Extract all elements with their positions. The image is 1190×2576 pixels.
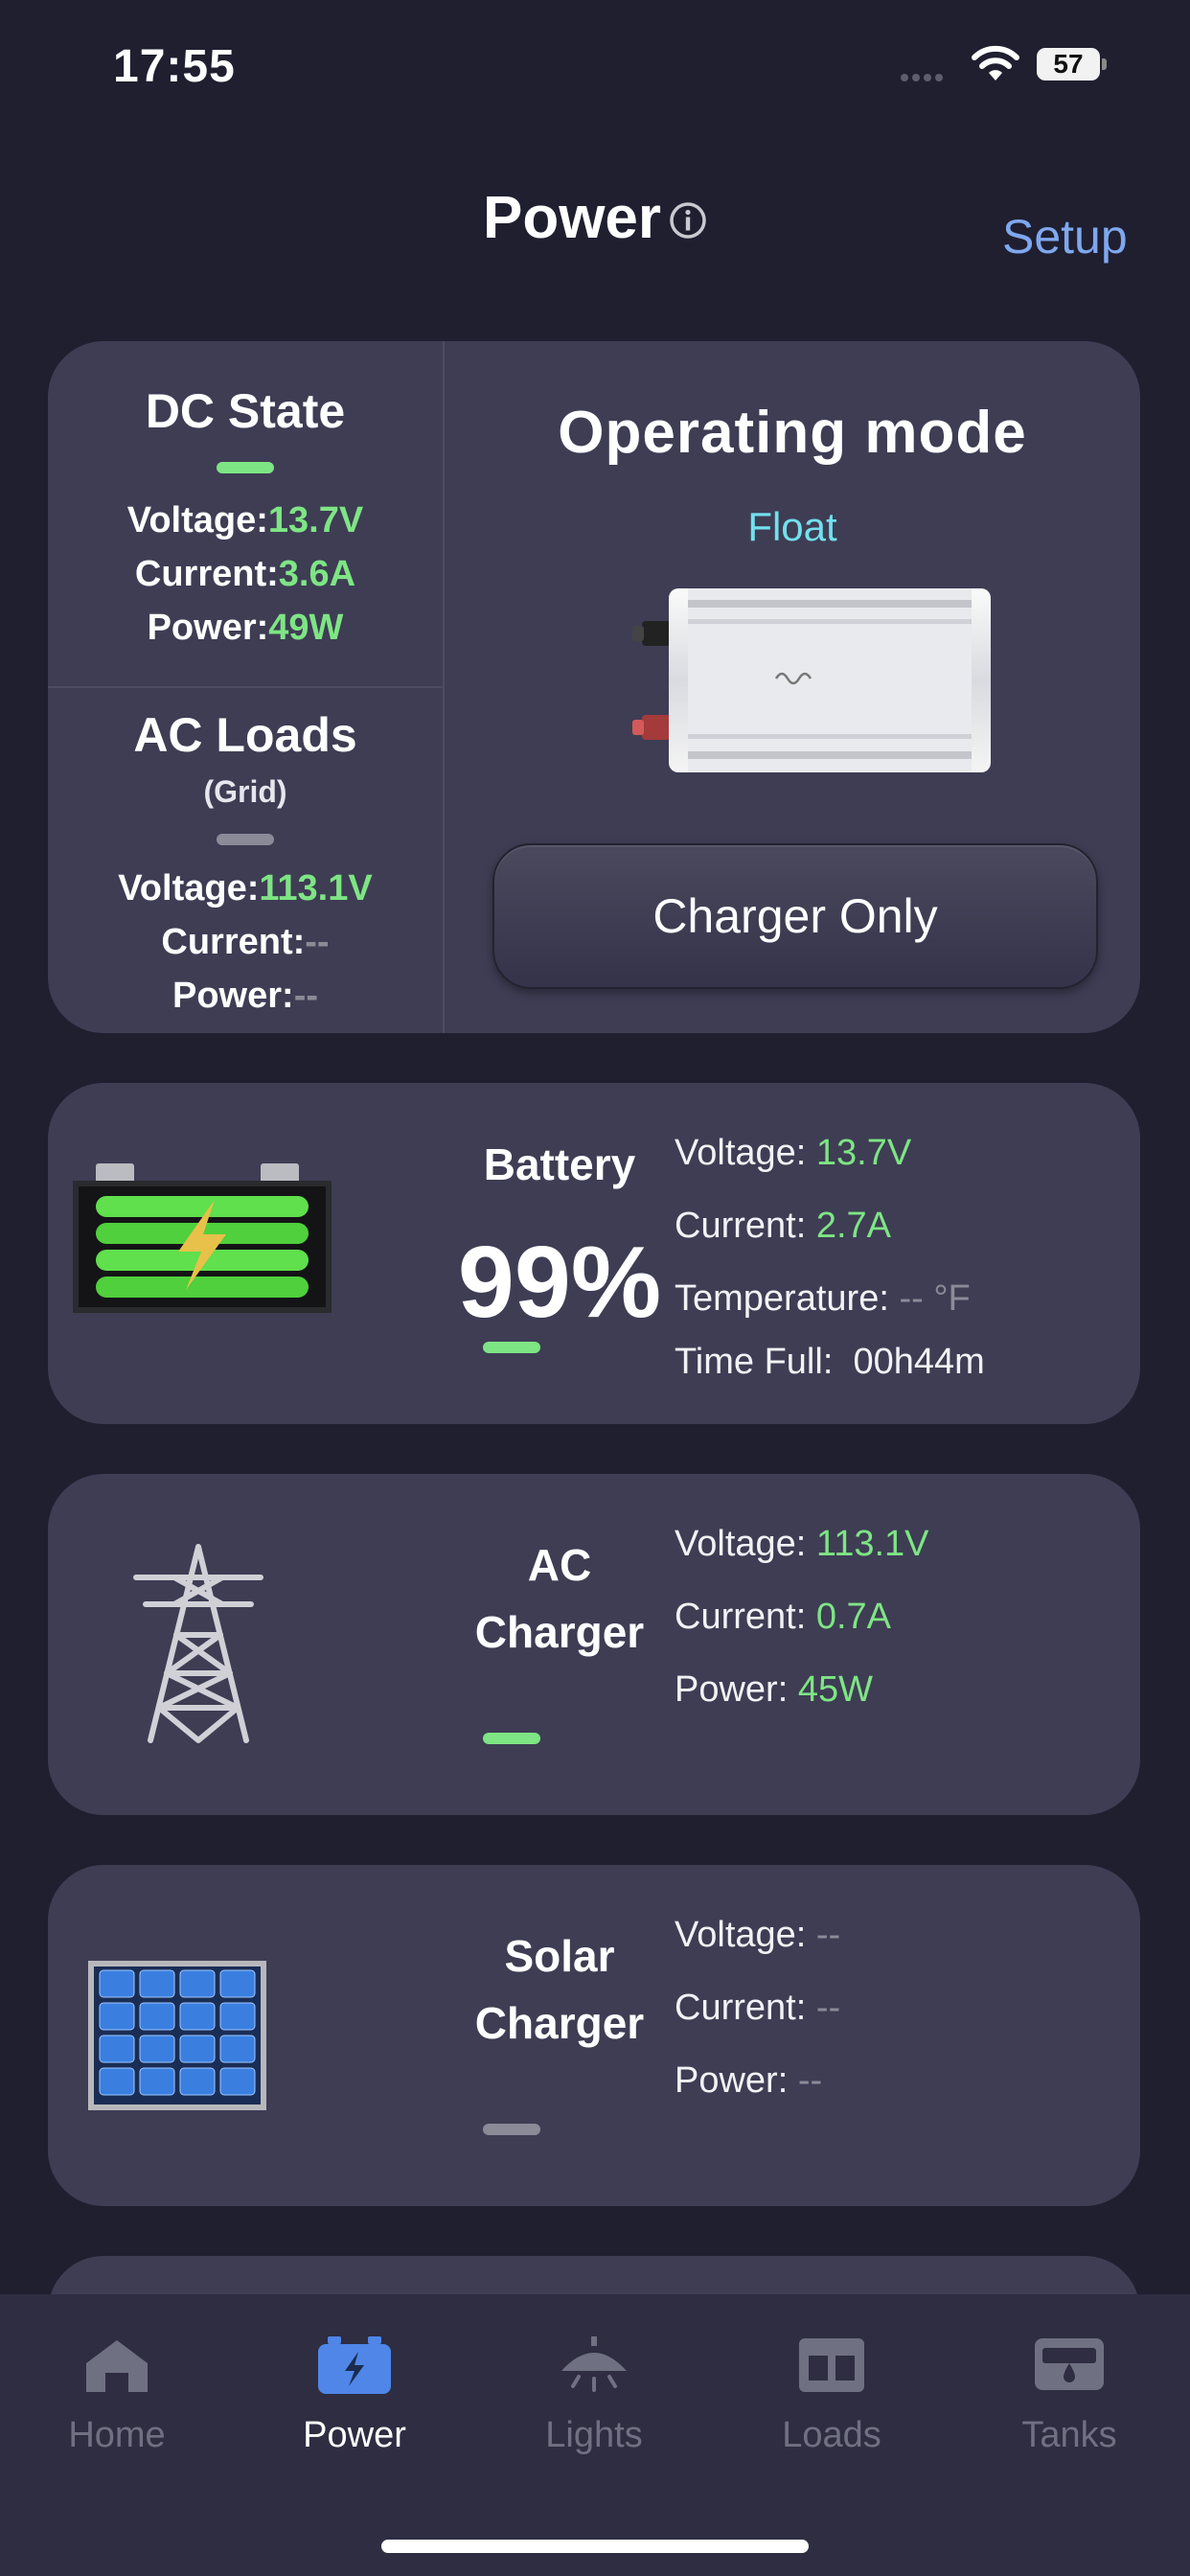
battery-indicator: [483, 1342, 540, 1353]
solar-charger-voltage-value: --: [815, 1915, 841, 1955]
solar-charger-title-line2: Charger: [474, 1998, 645, 2048]
ac-charger-current-value: 0.7A: [815, 1597, 892, 1637]
battery-current-value: 2.7A: [815, 1206, 892, 1246]
solar-charger-card[interactable]: Solar Charger Voltage: -- Current: -- Pow…: [48, 1865, 1140, 2206]
ac-charger-voltage-label: Voltage:: [675, 1524, 807, 1564]
ac-charger-card[interactable]: AC Charger Voltage: 113.1V Current: 0.7A …: [48, 1474, 1140, 1815]
dc-power-value: 49W: [268, 608, 344, 648]
ac-current-row: Current:--: [48, 922, 443, 963]
ac-charger-voltage-row: Voltage: 113.1V: [675, 1524, 929, 1565]
dc-voltage-row: Voltage:13.7V: [48, 500, 443, 541]
tab-label-lights: Lights: [545, 2415, 643, 2455]
battery-icon: [73, 1163, 332, 1313]
battery-time-full-label: Time Full:: [675, 1342, 834, 1382]
ac-charger-power-label: Power:: [675, 1669, 789, 1710]
tab-label-tanks: Tanks: [1021, 2415, 1117, 2455]
dc-current-label: Current:: [134, 554, 279, 594]
page-title-text: Power: [482, 185, 662, 252]
ac-power-label: Power:: [172, 976, 294, 1016]
operating-mode-value: Float: [747, 504, 837, 549]
ac-charger-voltage-value: 113.1V: [815, 1524, 929, 1564]
battery-time-full-row: Time Full: 00h44m: [675, 1342, 985, 1383]
solar-charger-current-value: --: [815, 1988, 841, 2028]
solar-charger-voltage-row: Voltage: --: [675, 1915, 840, 1956]
tab-tanks[interactable]: Tanks: [973, 2334, 1165, 2456]
ac-charger-power-value: 45W: [797, 1669, 873, 1710]
tab-power[interactable]: Power: [259, 2334, 450, 2456]
tank-icon: [1035, 2338, 1104, 2390]
ac-charger-title-line1: AC: [527, 1540, 592, 1590]
battery-time-full-value: 00h44m: [853, 1342, 985, 1382]
inverter-icon: [632, 588, 991, 772]
solar-charger-power-row: Power: --: [675, 2060, 822, 2102]
ac-charger-power-row: Power: 45W: [675, 1669, 873, 1711]
divider: [48, 686, 443, 688]
dc-voltage-value: 13.7V: [267, 500, 364, 540]
ac-current-label: Current:: [161, 922, 306, 962]
tab-lights[interactable]: Lights: [498, 2334, 690, 2456]
dc-current-row: Current:3.6A: [48, 554, 443, 595]
ac-power-value: --: [293, 976, 318, 1016]
info-icon[interactable]: [669, 201, 707, 240]
ac-loads-indicator: [217, 834, 274, 845]
battery-temperature-label: Temperature:: [675, 1278, 889, 1319]
battery-voltage-label: Voltage:: [675, 1133, 807, 1173]
system-status-card: DC State Voltage:13.7V Current:3.6A Powe…: [48, 341, 1140, 1033]
dc-state-title: DC State: [145, 384, 346, 438]
ac-voltage-value: 113.1V: [259, 868, 373, 908]
ac-charger-current-row: Current: 0.7A: [675, 1597, 891, 1638]
dc-current-value: 3.6A: [278, 554, 356, 594]
solar-charger-indicator: [483, 2124, 540, 2135]
home-indicator[interactable]: [381, 2540, 809, 2553]
battery-temperature-value: -- °F: [899, 1278, 971, 1319]
ac-voltage-label: Voltage:: [118, 868, 260, 908]
battery-voltage-row: Voltage: 13.7V: [675, 1133, 911, 1174]
battery-temperature-row: Temperature: -- °F: [675, 1278, 971, 1320]
solar-charger-voltage-label: Voltage:: [675, 1915, 807, 1955]
battery-voltage-value: 13.7V: [815, 1133, 912, 1173]
status-time: 17:55: [113, 41, 236, 92]
status-battery-icon: 57: [1037, 48, 1108, 82]
tab-home[interactable]: Home: [21, 2334, 213, 2456]
battery-icon: [318, 2336, 391, 2394]
tab-label-power: Power: [303, 2415, 406, 2455]
home-icon: [86, 2340, 148, 2392]
tab-loads[interactable]: Loads: [736, 2334, 927, 2456]
ac-loads-title: AC Loads: [133, 708, 357, 762]
solar-charger-title-line1: Solar: [504, 1931, 615, 1981]
status-battery-level: 57: [1037, 48, 1100, 80]
charger-mode-button[interactable]: Charger Only: [492, 843, 1098, 989]
ac-voltage-row: Voltage:113.1V: [48, 868, 443, 909]
battery-current-row: Current: 2.7A: [675, 1206, 891, 1247]
ac-power-row: Power:--: [48, 976, 443, 1017]
dc-voltage-label: Voltage:: [126, 500, 268, 540]
dc-power-label: Power:: [147, 608, 269, 648]
wifi-icon: [972, 45, 1019, 80]
ac-charger-current-label: Current:: [675, 1597, 807, 1637]
solar-charger-current-row: Current: --: [675, 1988, 840, 2029]
ceiling-light-icon: [561, 2336, 627, 2392]
battery-current-label: Current:: [675, 1206, 807, 1246]
battery-card[interactable]: Battery 99% Voltage: 13.7V Current: 2.7A…: [48, 1083, 1140, 1424]
ac-charger-title-line2: Charger: [474, 1607, 645, 1657]
setup-button[interactable]: Setup: [1002, 209, 1128, 264]
tab-label-loads: Loads: [782, 2415, 881, 2455]
power-tower-icon: [133, 1544, 263, 1743]
ac-current-value: --: [305, 922, 330, 962]
tab-label-home: Home: [68, 2415, 166, 2455]
solar-charger-power-label: Power:: [675, 2060, 789, 2101]
panel-icon: [799, 2338, 864, 2392]
solar-charger-current-label: Current:: [675, 1988, 807, 2028]
cellular-signal-icon: [901, 69, 954, 81]
solar-charger-power-value: --: [797, 2060, 823, 2101]
ac-loads-subtitle: (Grid): [203, 774, 287, 809]
ac-charger-indicator: [483, 1733, 540, 1744]
operating-mode-title: Operating mode: [558, 400, 1027, 466]
dc-power-row: Power:49W: [48, 608, 443, 649]
dc-state-indicator: [217, 462, 274, 473]
solar-panel-icon: [88, 1961, 266, 2110]
